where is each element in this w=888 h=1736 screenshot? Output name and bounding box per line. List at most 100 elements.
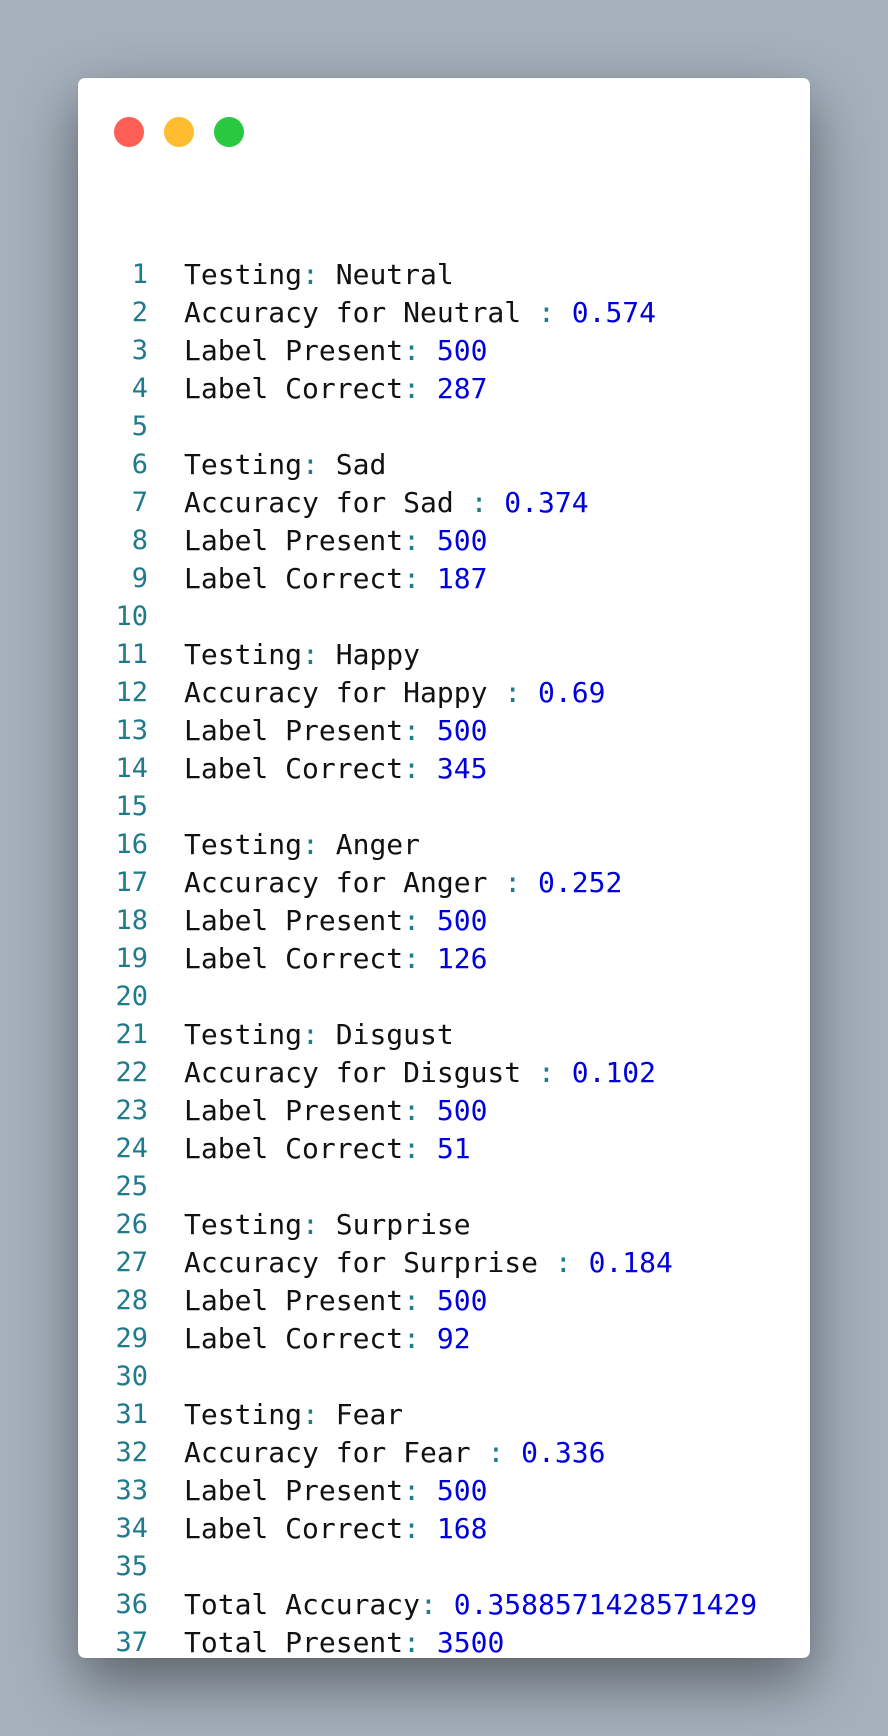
code-line: 13 Label Present: 500 (78, 711, 487, 749)
line-key: Accuracy for Surprise (184, 1245, 555, 1279)
line-value: 3500 (436, 1625, 505, 1659)
line-content: Label Correct: 187 (184, 562, 487, 595)
code-line: 7 Accuracy for Sad : 0.374 (78, 483, 589, 521)
line-separator: : (403, 1131, 437, 1165)
line-value: 0.102 (571, 1055, 657, 1089)
line-content: Label Present: 500 (184, 1474, 487, 1507)
line-content: Accuracy for Sad : 0.374 (184, 486, 589, 519)
code-line: 10 (78, 597, 184, 635)
line-content: Accuracy for Fear : 0.336 (184, 1436, 605, 1469)
line-value: Sad (335, 447, 387, 481)
line-separator: : (403, 333, 437, 367)
line-value: 92 (436, 1321, 471, 1355)
line-number: 34 (115, 1512, 148, 1544)
line-separator: : (403, 713, 437, 747)
line-content: Total Present: 3500 (184, 1626, 504, 1659)
line-separator: : (403, 561, 437, 595)
line-number: 13 (115, 714, 148, 746)
line-separator: : (302, 1017, 336, 1051)
code-line: 9 Label Correct: 187 (78, 559, 488, 597)
line-number: 30 (115, 1360, 148, 1392)
line-value: Disgust (335, 1017, 454, 1051)
minimize-button[interactable] (164, 117, 194, 147)
line-number: 36 (115, 1588, 148, 1620)
code-line: 19 Label Correct: 126 (78, 939, 487, 977)
line-key: Label Correct (184, 1131, 404, 1165)
line-separator: : (302, 827, 336, 861)
line-value: Surprise (335, 1207, 471, 1241)
line-key: Label Present (184, 333, 404, 367)
code-line: 21 Testing: Disgust (78, 1015, 454, 1053)
line-content: Testing: Fear (184, 1398, 403, 1431)
line-separator: : (487, 1435, 522, 1469)
code-line: 34 Label Correct: 168 (78, 1509, 487, 1547)
line-value: 500 (436, 1283, 488, 1317)
line-separator: : (302, 447, 336, 481)
line-separator: : (403, 523, 437, 557)
line-number: 19 (115, 942, 148, 974)
line-key: Accuracy for Fear (184, 1435, 488, 1469)
line-value: 0.184 (588, 1245, 673, 1279)
line-number: 15 (115, 790, 148, 822)
close-button[interactable] (114, 117, 144, 147)
code-line: 36 Total Accuracy: 0.3588571428571429 (78, 1585, 757, 1623)
line-separator: : (302, 637, 336, 671)
code-line: 1 Testing: Neutral (78, 255, 454, 293)
line-separator: : (403, 1625, 437, 1659)
line-content: Accuracy for Happy : 0.69 (184, 676, 605, 709)
line-separator: : (403, 903, 437, 937)
line-value: 345 (436, 751, 488, 785)
line-key: Testing (184, 447, 303, 481)
line-number: 10 (115, 600, 148, 632)
code-line: 22 Accuracy for Disgust : 0.102 (78, 1053, 656, 1091)
line-number: 3 (131, 334, 148, 366)
line-separator: : (302, 1207, 336, 1241)
line-key: Total Accuracy (184, 1587, 421, 1621)
line-separator: : (403, 1093, 437, 1127)
code-line: 6 Testing: Sad (78, 445, 387, 483)
line-separator: : (403, 1283, 437, 1317)
line-content: Accuracy for Disgust : 0.102 (184, 1056, 656, 1089)
line-separator: : (403, 941, 437, 975)
line-key: Testing (184, 257, 303, 291)
maximize-button[interactable] (214, 117, 244, 147)
line-value: 0.574 (571, 295, 657, 329)
line-number: 6 (131, 448, 148, 480)
code-line: 14 Label Correct: 345 (78, 749, 487, 787)
line-separator: : (504, 675, 539, 709)
line-separator: : (538, 295, 572, 329)
line-key: Label Correct (184, 371, 404, 405)
line-content: Testing: Neutral (184, 258, 454, 291)
line-content: Testing: Sad (184, 448, 386, 481)
line-number: 32 (115, 1436, 148, 1468)
line-value: Neutral (335, 257, 454, 291)
code-line: 3 Label Present: 500 (78, 331, 488, 369)
line-value: 287 (436, 371, 488, 405)
line-value: 500 (436, 1093, 488, 1127)
line-key: Label Correct (184, 561, 404, 595)
line-number: 28 (115, 1284, 148, 1316)
line-separator: : (470, 485, 505, 519)
line-content: Testing: Surprise (184, 1208, 471, 1241)
line-value: 0.374 (504, 485, 589, 519)
line-key: Testing (184, 1207, 303, 1241)
code-line: 24 Label Correct: 51 (78, 1129, 471, 1167)
line-number: 26 (115, 1208, 148, 1240)
line-value: 500 (436, 713, 488, 747)
code-line: 32 Accuracy for Fear : 0.336 (78, 1433, 605, 1471)
line-key: Label Present (184, 1473, 404, 1507)
line-content: Label Correct: 51 (184, 1132, 471, 1165)
line-key: Testing (184, 1397, 303, 1431)
line-number: 20 (115, 980, 148, 1012)
line-value: Happy (335, 637, 421, 671)
line-value: 0.336 (521, 1435, 606, 1469)
line-separator: : (403, 1511, 437, 1545)
line-number: 17 (115, 866, 148, 898)
line-key: Label Present (184, 903, 404, 937)
code-line: 18 Label Present: 500 (78, 901, 487, 939)
code-line: 2 Accuracy for Neutral : 0.574 (78, 293, 656, 331)
line-number: 23 (115, 1094, 148, 1126)
line-key: Label Correct (184, 1321, 404, 1355)
line-key: Label Correct (184, 941, 404, 975)
line-separator: : (554, 1245, 589, 1279)
